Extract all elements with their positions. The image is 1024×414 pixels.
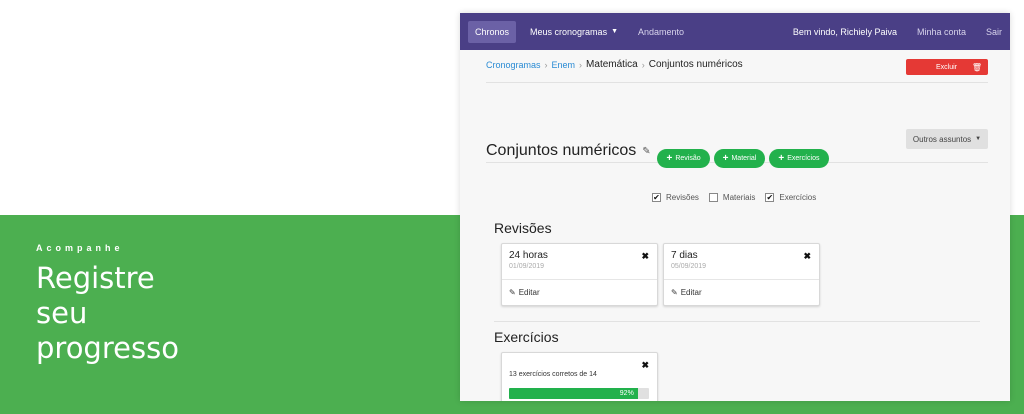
chevron-right-icon: › (579, 59, 583, 70)
app-window: Chronos Meus cronogramas ▼ Andamento Bem… (460, 13, 1010, 401)
revision-date: 05/09/2019 (671, 263, 707, 270)
edit-label: Editar (680, 288, 702, 297)
divider (486, 82, 988, 83)
filter-label: Exercícios (779, 193, 817, 202)
add-material-button[interactable]: + Material (713, 149, 766, 168)
plus-icon: + (778, 153, 785, 164)
revision-card: 24 horas 01/09/2019 ✖ ✎ Editar (501, 243, 658, 306)
edit-revision-button[interactable]: ✎ Editar (509, 288, 540, 297)
checkbox[interactable]: ✔ (652, 193, 661, 202)
edit-icon: ✎ (671, 288, 678, 297)
add-revision-label: Revisão (675, 155, 701, 162)
breadcrumb-topic: Conjuntos numéricos (648, 59, 743, 70)
logout-link[interactable]: Sair (986, 27, 1002, 37)
plus-icon: + (666, 153, 673, 164)
divider (494, 321, 980, 322)
other-subjects-label: Outros assuntos (912, 134, 972, 144)
revisions-title: Revisões (494, 220, 552, 236)
navbar: Chronos Meus cronogramas ▼ Andamento Bem… (460, 13, 1010, 50)
filter-label: Materiais (722, 193, 756, 202)
progress-link[interactable]: Andamento (638, 27, 684, 37)
revision-date: 01/09/2019 (509, 263, 545, 270)
divider (502, 279, 657, 280)
caret-down-icon: ▼ (611, 28, 619, 35)
promo-eyebrow: Acompanhe (36, 243, 124, 253)
plus-icon: + (722, 153, 729, 164)
account-link[interactable]: Minha conta (917, 27, 966, 37)
edit-icon: ✎ (509, 288, 516, 297)
close-icon[interactable]: ✖ (803, 251, 811, 262)
edit-label: Editar (518, 288, 540, 297)
caret-down-icon: ▼ (975, 136, 982, 142)
checkbox[interactable] (708, 193, 718, 202)
headline-line: Registre (36, 261, 155, 295)
delete-label: Excluir (936, 63, 958, 71)
progress-label: 92% (619, 390, 634, 397)
stage: Acompanhe Registre seu progresso Chronos… (0, 0, 1024, 414)
filter-label: Revisões (666, 193, 699, 202)
filter-materials[interactable]: Materiais (708, 193, 756, 202)
schedules-menu-label: Meus cronogramas (530, 26, 608, 37)
promo-headline: Registre seu progresso (36, 261, 179, 366)
filter-exercises[interactable]: ✔ Exercícios (765, 193, 816, 202)
add-exercise-label: Exercícios (787, 155, 820, 162)
filter-revisions[interactable]: ✔ Revisões (652, 193, 699, 202)
breadcrumb-schedules[interactable]: Cronogramas (486, 60, 541, 70)
promo-block: Acompanhe Registre seu progresso (36, 243, 179, 366)
navbar-right: Bem vindo, Richiely Paiva Minha conta Sa… (793, 27, 1002, 37)
breadcrumb: Cronogramas › Enem › Matemática › Conjun… (486, 59, 743, 70)
welcome-text: Bem vindo, Richiely Paiva (792, 26, 897, 37)
progress-fill: 92% (509, 388, 638, 399)
add-buttons: + Revisão + Material + Exercícios (460, 149, 1010, 168)
delete-button[interactable]: Excluir 🗑 (906, 59, 988, 75)
checkbox[interactable]: ✔ (765, 193, 775, 202)
brand-button[interactable]: Chronos (468, 20, 517, 43)
close-icon[interactable]: ✖ (641, 251, 649, 262)
add-revision-button[interactable]: + Revisão (657, 149, 710, 168)
edit-revision-button[interactable]: ✎ Editar (671, 288, 702, 297)
chevron-right-icon: › (641, 59, 645, 70)
close-icon[interactable]: ✖ (641, 360, 649, 371)
exercise-summary: 13 exercícios corretos de 14 (509, 371, 597, 378)
headline-line: progresso (36, 331, 179, 365)
other-subjects-dropdown[interactable]: Outros assuntos ▼ (906, 129, 988, 149)
progress-bar: 92% (509, 388, 649, 399)
filter-checkboxes: ✔ Revisões Materiais ✔ Exercícios (652, 193, 816, 202)
revision-card: 7 dias 05/09/2019 ✖ ✎ Editar (663, 243, 820, 306)
revision-title: 24 horas (509, 250, 548, 261)
schedules-menu[interactable]: Meus cronogramas ▼ (530, 27, 618, 37)
add-exercise-button[interactable]: + Exercícios (769, 149, 829, 168)
divider (664, 279, 819, 280)
revision-title: 7 dias (671, 250, 698, 261)
breadcrumb-enem[interactable]: Enem (552, 60, 576, 70)
chevron-right-icon: › (544, 59, 548, 70)
trash-icon: 🗑 (971, 62, 982, 72)
exercises-title: Exercícios (494, 329, 559, 345)
breadcrumb-subject: Matemática (586, 59, 638, 70)
exercise-card: ✖ 13 exercícios corretos de 14 92% (501, 352, 658, 401)
headline-line: seu (36, 296, 88, 330)
add-material-label: Material (731, 155, 757, 162)
